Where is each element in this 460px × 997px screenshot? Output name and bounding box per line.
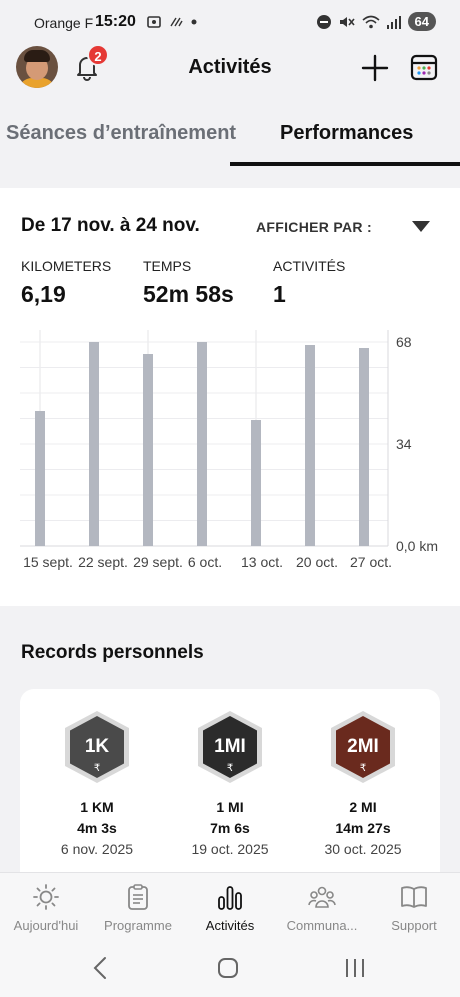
record-date: 6 nov. 2025: [60, 841, 134, 857]
record-time: 14m 27s: [335, 820, 391, 836]
record-distance: 1 KM: [80, 799, 114, 815]
stat-label: KILOMETERS: [21, 258, 112, 274]
chart-bar: [89, 342, 99, 546]
status-bar: Orange F 15:20 64: [0, 0, 460, 44]
chart-bar: [35, 411, 45, 546]
x-tick-label: 20 oct.: [296, 554, 338, 570]
chart-bar: [359, 348, 369, 546]
display-by-label[interactable]: AFFICHER PAR :: [256, 219, 372, 235]
recents-icon[interactable]: [346, 959, 364, 977]
chart-bar: [197, 342, 207, 546]
status-left-icons: [146, 14, 198, 30]
x-tick-label: 15 sept.: [23, 554, 73, 570]
svg-text:₹: ₹: [360, 763, 366, 774]
x-tick-label: 6 oct.: [188, 554, 222, 570]
y-tick-label: 34: [396, 436, 412, 452]
record-1k[interactable]: 1K ₹ 1 KM 4m 3s 6 nov. 2025: [37, 709, 157, 857]
battery-indicator: 64: [407, 12, 436, 31]
record-badge-icon: 2MI ₹: [331, 711, 395, 783]
system-navigation: [93, 957, 364, 979]
nav-item-community[interactable]: Communa...: [276, 883, 368, 933]
records-card: 1K ₹ 1 KM 4m 3s 6 nov. 2025 1MI ₹ 1 MI 7…: [20, 689, 440, 889]
x-tick-label: 27 oct.: [350, 554, 392, 570]
nav-item-program[interactable]: Programme: [92, 883, 184, 933]
page-title: Activités: [188, 56, 272, 78]
stat-label: ACTIVITÉS: [273, 258, 346, 274]
stat-time: TEMPS 52m 58s: [143, 258, 234, 308]
signal-icon: [386, 15, 401, 29]
records-title: Records personnels: [21, 642, 204, 663]
active-tab-indicator: [230, 162, 460, 166]
sun-icon: [33, 884, 59, 910]
screenshot-icon: [147, 16, 161, 28]
svg-text:₹: ₹: [227, 763, 233, 774]
nav-item-support[interactable]: Support: [368, 883, 460, 933]
nav-label: Aujourd'hui: [13, 918, 79, 933]
y-tick-label: 0,0 km: [396, 538, 438, 554]
dot-icon: [191, 19, 197, 25]
record-date: 30 oct. 2025: [324, 841, 402, 857]
x-tick-label: 22 sept.: [78, 554, 128, 570]
stat-value: 1: [273, 281, 286, 307]
chart-bar: [143, 354, 153, 546]
chart-bar: [305, 345, 315, 546]
x-tick-label: 29 sept.: [133, 554, 183, 570]
clipboard-icon: [128, 884, 148, 910]
record-distance: 2 MI: [349, 799, 377, 815]
record-badge-icon: 1K ₹: [65, 711, 129, 783]
book-icon: [401, 886, 427, 908]
record-time: 4m 3s: [77, 820, 117, 836]
x-tick-label: 13 oct.: [241, 554, 283, 570]
app-header: 2 Activités: [0, 44, 460, 92]
weekly-distance-chart: 68 34 0,0 km 15 sept. 22 sept. 29 sept. 6 oct.…: [20, 330, 438, 570]
record-badge-icon: 1MI ₹: [198, 711, 262, 783]
svg-text:₹: ₹: [94, 763, 100, 774]
tab-bar: Séances d’entraînement Performances: [0, 108, 460, 168]
tab-performances[interactable]: Performances: [280, 122, 413, 145]
date-range: De 17 nov. à 24 nov.: [21, 215, 200, 236]
badge-text: 1MI: [214, 736, 246, 757]
calendar-icon[interactable]: [409, 52, 439, 82]
nav-label: Communa...: [286, 918, 358, 933]
wifi-icon: [362, 15, 380, 28]
summary-card: De 17 nov. à 24 nov. AFFICHER PAR : KILO…: [0, 188, 460, 606]
community-icon: [308, 886, 336, 908]
mute-icon: [339, 16, 355, 27]
bottom-nav: Aujourd'hui Programme Activités Communa.…: [0, 872, 460, 997]
record-1mi[interactable]: 1MI ₹ 1 MI 7m 6s 19 oct. 2025: [170, 709, 290, 857]
stat-value: 6,19: [21, 281, 66, 307]
stat-label: TEMPS: [143, 258, 192, 274]
chart-bar: [251, 420, 261, 546]
dnd-icon: [316, 14, 331, 29]
nfc-icon: [170, 17, 183, 27]
dropdown-caret-icon[interactable]: [412, 221, 430, 232]
y-tick-label: 68: [396, 334, 412, 350]
nav-label: Activités: [205, 918, 255, 933]
carrier-name: Orange F: [34, 15, 94, 31]
status-right-icons: 64: [316, 12, 436, 31]
home-icon[interactable]: [218, 958, 238, 978]
record-date: 19 oct. 2025: [191, 841, 269, 857]
record-2mi[interactable]: 2MI ₹ 2 MI 14m 27s 30 oct. 2025: [303, 709, 423, 857]
record-time: 7m 6s: [210, 820, 250, 836]
nav-item-today[interactable]: Aujourd'hui: [0, 883, 92, 933]
stat-activities: ACTIVITÉS 1: [273, 258, 345, 308]
record-distance: 1 MI: [216, 799, 244, 815]
tab-workouts[interactable]: Séances d’entraînement: [6, 122, 236, 145]
nav-label: Support: [391, 918, 437, 933]
bars-icon: [218, 886, 242, 910]
status-time: 15:20: [95, 13, 136, 30]
add-icon[interactable]: [360, 53, 390, 83]
badge-text: 2MI: [347, 736, 379, 757]
stat-value: 52m 58s: [143, 281, 234, 307]
back-icon[interactable]: [93, 957, 106, 979]
stat-kilometers: KILOMETERS 6,19: [21, 258, 111, 308]
badge-text: 1K: [85, 736, 110, 757]
nav-label: Programme: [104, 918, 172, 933]
nav-item-activities[interactable]: Activités: [184, 883, 276, 933]
